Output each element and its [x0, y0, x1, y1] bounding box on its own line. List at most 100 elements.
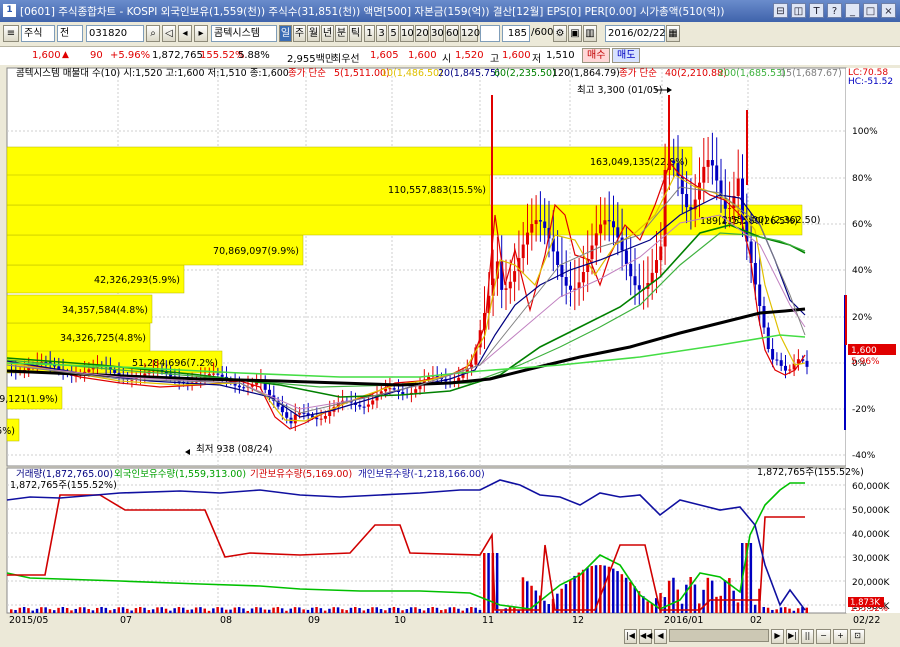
candle-body — [504, 288, 508, 290]
date-input[interactable]: 2016/02/22 — [605, 25, 666, 42]
volume-bar — [762, 607, 765, 613]
volume-bar — [83, 607, 86, 613]
volume-bar — [792, 610, 796, 613]
volume-bar — [775, 609, 778, 613]
prev-page-icon[interactable]: ◀◀ — [639, 629, 652, 644]
tools-icon[interactable]: T — [809, 3, 824, 18]
volume-bar — [418, 608, 421, 613]
calendar-icon[interactable]: ▦ — [666, 25, 680, 42]
period-month[interactable]: 월 — [307, 25, 320, 42]
candle-body — [581, 271, 585, 283]
maximize-icon[interactable]: □ — [863, 3, 878, 18]
volume-bar — [629, 581, 632, 613]
volume-bar — [470, 607, 473, 613]
volume-bar — [156, 607, 159, 613]
volume-bar — [293, 607, 297, 613]
help-icon[interactable]: ? — [827, 3, 842, 18]
svg-text:09: 09 — [308, 615, 320, 626]
period-minute[interactable]: 분 — [335, 25, 348, 42]
sell-button[interactable]: 매도 — [612, 48, 641, 63]
save-icon[interactable]: ▣ — [568, 25, 582, 42]
menu-icon[interactable]: ≡ — [3, 25, 19, 42]
copy-icon[interactable]: ◫ — [791, 3, 806, 18]
interval-5[interactable]: 5 — [388, 25, 399, 42]
first-icon[interactable]: |◀ — [624, 629, 637, 644]
candle-body — [702, 166, 706, 183]
custom-interval-input[interactable] — [480, 25, 500, 42]
volume-bar — [723, 580, 727, 613]
market-sub-select[interactable]: 전 — [57, 25, 83, 42]
prev-step-icon[interactable]: ◀ — [654, 629, 667, 644]
candle-body — [762, 306, 766, 328]
svg-text:100%: 100% — [852, 127, 878, 137]
minimize-icon[interactable]: _ — [845, 3, 860, 18]
zoom-in-icon[interactable]: + — [833, 629, 848, 644]
volume-bar — [474, 607, 477, 613]
volume-bar — [788, 608, 791, 613]
interval-1[interactable]: 1 — [364, 25, 375, 42]
volume-bar — [117, 607, 120, 613]
interval-60[interactable]: 60 — [445, 25, 459, 42]
ask-price: 1,600 — [408, 50, 437, 61]
period-year[interactable]: 년 — [321, 25, 334, 42]
prev-icon[interactable]: ◂ — [178, 25, 192, 42]
zoom-out-icon[interactable]: − — [816, 629, 831, 644]
code-input[interactable]: 031820 — [86, 25, 144, 42]
chart-svg[interactable]: 3,443,419(0.5%)13,539,121(1.9%)51,284,69… — [0, 65, 900, 647]
indicator-name[interactable]: 콤텍시스템 — [211, 25, 277, 42]
candle-body — [603, 220, 607, 225]
svg-text:종가 단순: 종가 단순 — [619, 68, 657, 79]
count-input[interactable]: 185 — [502, 25, 530, 42]
period-week[interactable]: 주 — [293, 25, 306, 42]
candle-body — [87, 369, 91, 372]
volume-bar — [624, 577, 628, 613]
interval-120[interactable]: 120 — [460, 25, 480, 42]
candle-body — [220, 374, 224, 377]
buy-button[interactable]: 매수 — [582, 48, 611, 63]
volume-bar — [564, 584, 568, 613]
next-icon[interactable]: ▸ — [194, 25, 208, 42]
zoom-reset-icon[interactable]: ⊡ — [850, 629, 865, 644]
svg-text:50,000K: 50,000K — [852, 506, 890, 516]
next-step-icon[interactable]: ▶ — [771, 629, 784, 644]
volume-bar — [194, 607, 198, 613]
chart-area[interactable]: 3,443,419(0.5%)13,539,121(1.9%)51,284,69… — [0, 65, 900, 647]
chart-icon[interactable]: ▥ — [583, 25, 597, 42]
interval-20[interactable]: 20 — [415, 25, 429, 42]
candle-body — [543, 221, 547, 228]
volume-bar — [22, 607, 26, 613]
market-select[interactable]: 주식 — [21, 25, 55, 42]
speaker-icon[interactable]: ◁ — [162, 25, 176, 42]
period-day[interactable]: 일 — [279, 25, 292, 42]
volume-bar — [10, 609, 13, 613]
volume-bar — [749, 543, 753, 613]
candle-body — [633, 276, 637, 286]
link-icon[interactable]: ⊟ — [773, 3, 788, 18]
scrollbar[interactable] — [669, 629, 769, 642]
svg-text:12: 12 — [572, 615, 584, 626]
volume-bar — [573, 575, 576, 613]
svg-text:02: 02 — [750, 615, 762, 626]
close-icon[interactable]: × — [881, 3, 896, 18]
period-tick[interactable]: 틱 — [349, 25, 362, 42]
last-icon[interactable]: ▶| — [786, 629, 799, 644]
candle-body — [388, 388, 392, 390]
settings-icon[interactable]: ⚙ — [553, 25, 567, 42]
interval-3[interactable]: 3 — [376, 25, 387, 42]
pause-icon[interactable]: || — [801, 629, 814, 644]
search-icon[interactable]: ⌕ — [146, 25, 160, 42]
candle-body — [401, 392, 405, 395]
volume-bar — [667, 580, 671, 613]
interval-30[interactable]: 30 — [430, 25, 444, 42]
interval-10[interactable]: 10 — [400, 25, 414, 42]
volume-bar — [375, 607, 378, 613]
volume-bar — [285, 610, 288, 613]
volume-bar — [633, 586, 636, 613]
volume-bar — [216, 607, 219, 613]
count-total: /600 — [531, 27, 554, 38]
candle-body — [371, 400, 375, 405]
volume-bar — [212, 608, 215, 613]
volume-bar — [61, 607, 65, 613]
svg-text:-40%: -40% — [852, 451, 876, 461]
open-label: 시 — [442, 54, 452, 65]
